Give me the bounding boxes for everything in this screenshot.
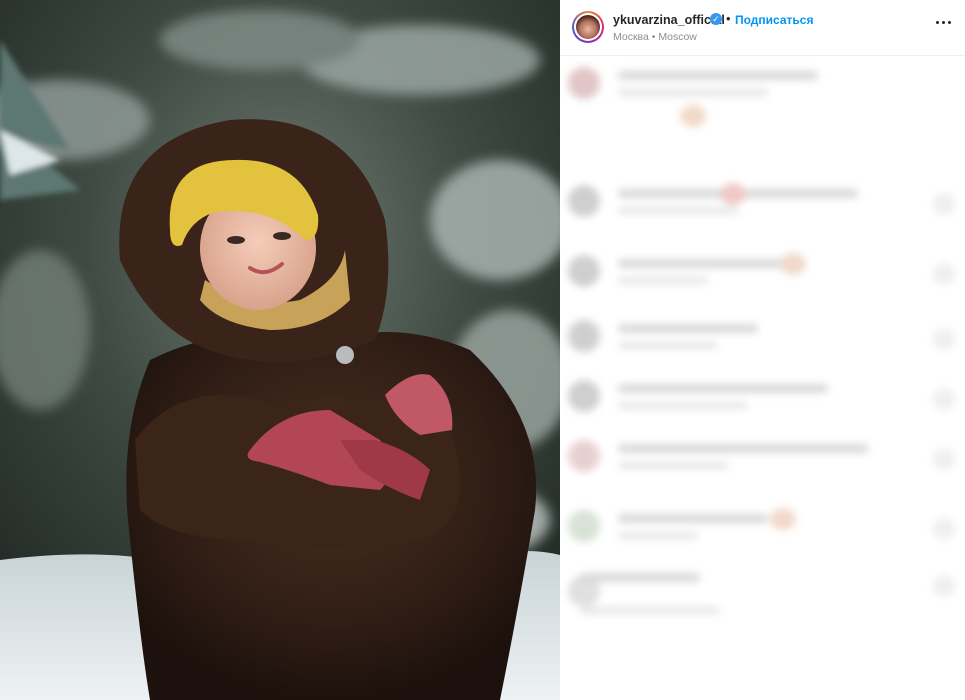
comments-list-blurred	[560, 57, 965, 700]
more-options-icon[interactable]	[934, 16, 954, 30]
username-link[interactable]: ykuvarzina_official	[613, 13, 725, 27]
comment-placeholder	[560, 502, 965, 562]
comment-placeholder	[560, 59, 965, 127]
separator-dot: •	[726, 11, 731, 26]
avatar[interactable]	[572, 11, 604, 43]
comment-placeholder	[560, 247, 965, 307]
follow-button[interactable]: Подписаться	[735, 13, 813, 27]
photo-illustration	[0, 0, 560, 700]
comment-placeholder	[560, 372, 965, 432]
comment-placeholder	[560, 177, 965, 237]
post-sidebar: ykuvarzina_official ✓ • Подписаться Моск…	[560, 0, 965, 700]
post-photo[interactable]	[0, 0, 560, 700]
comment-placeholder	[560, 312, 965, 372]
comment-placeholder	[560, 567, 965, 627]
comment-placeholder	[560, 432, 965, 492]
verified-badge-icon: ✓	[710, 13, 722, 25]
location-link[interactable]: Москва • Moscow	[613, 31, 697, 43]
post-header: ykuvarzina_official ✓ • Подписаться Моск…	[560, 0, 965, 56]
